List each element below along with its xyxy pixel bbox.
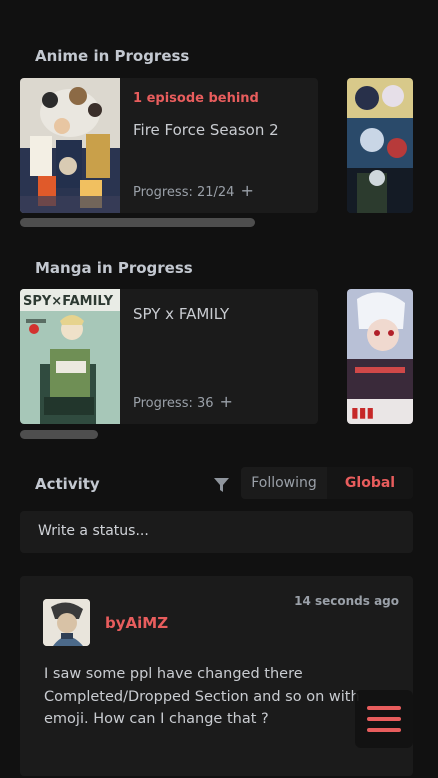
anime-section-title: Anime in Progress [35, 47, 190, 65]
post-text: I saw some ppl have changed there Comple… [44, 666, 360, 727]
svg-text:▮▮▮: ▮▮▮ [351, 405, 374, 421]
manga-progress-text: Progress: 36 [133, 396, 214, 411]
manga-next-card[interactable]: ▮▮▮ [347, 289, 413, 424]
anime-progress-text: Progress: 21/24 [133, 185, 235, 200]
post-timestamp: 14 seconds ago [294, 594, 399, 608]
activity-feed-toggle[interactable]: Following Global [241, 467, 413, 499]
anime-increment-button[interactable]: + [240, 181, 253, 200]
bleach-cover[interactable] [347, 78, 413, 213]
fire-force-cover[interactable] [20, 78, 120, 213]
manga-section-title: Manga in Progress [35, 259, 193, 277]
manga-progress-card[interactable]: SPY×FAMILY SPY x FAMILY Progress: 36 + [20, 289, 318, 424]
post-username[interactable]: byAiMZ [105, 614, 168, 632]
hamburger-menu-button[interactable] [355, 690, 413, 748]
tab-global[interactable]: Global [327, 467, 413, 499]
avatar[interactable] [43, 599, 90, 646]
svg-text:SPY×FAMILY: SPY×FAMILY [23, 294, 114, 309]
filter-icon[interactable] [214, 477, 229, 496]
anime-horizontal-scrollbar[interactable] [20, 218, 255, 227]
manga-title[interactable]: SPY x FAMILY [133, 305, 308, 323]
status-input[interactable]: Write a status... [20, 511, 413, 553]
episodes-behind-label: 1 episode behind [133, 91, 259, 106]
status-input-placeholder: Write a status... [38, 523, 149, 539]
manga-next-cover[interactable]: ▮▮▮ [347, 289, 413, 424]
spy-family-cover[interactable]: SPY×FAMILY [20, 289, 120, 424]
tab-following[interactable]: Following [241, 467, 327, 499]
activity-post: byAiMZ 14 seconds ago I saw some ppl hav… [20, 576, 413, 776]
anime-progress-card[interactable]: 1 episode behind Fire Force Season 2 Pro… [20, 78, 318, 213]
manga-increment-button[interactable]: + [220, 392, 233, 411]
activity-title: Activity [35, 475, 100, 493]
manga-horizontal-scrollbar[interactable] [20, 430, 98, 439]
anime-title[interactable]: Fire Force Season 2 [133, 121, 308, 139]
anime-next-card[interactable] [347, 78, 413, 213]
